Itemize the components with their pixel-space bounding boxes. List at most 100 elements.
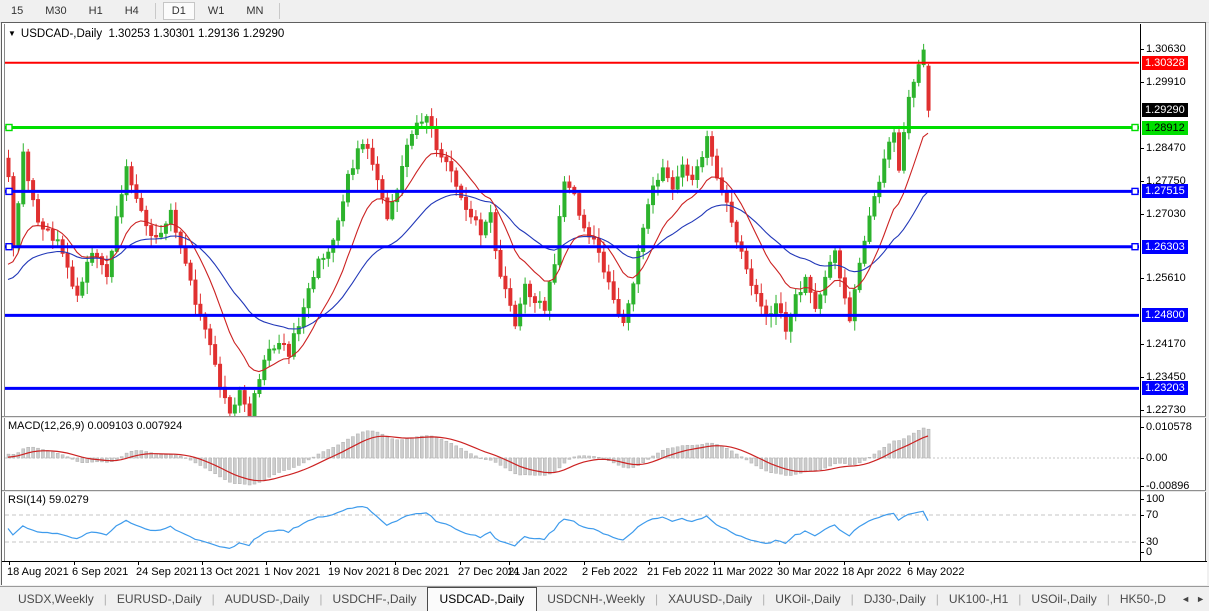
date-label: 6 May 2022: [907, 566, 964, 578]
date-tick-mark: [74, 562, 75, 565]
price-tick-label: 1.30630: [1146, 42, 1186, 56]
main-price-chart[interactable]: [5, 24, 1139, 416]
axis-tick-mark: [1140, 148, 1144, 149]
macd-axis-label: 0.00: [1146, 451, 1167, 465]
date-tick-mark: [202, 562, 203, 565]
axis-tick-mark: [1140, 458, 1144, 459]
axis-tick-mark: [1140, 427, 1144, 428]
tab-scroll-right-icon[interactable]: ►: [1196, 594, 1205, 604]
hline-price-label: 1.23203: [1142, 381, 1188, 395]
tab-hk50-d[interactable]: HK50-,D: [1110, 588, 1176, 610]
axis-tick-mark: [1140, 82, 1144, 83]
hline-price-label: 1.26303: [1142, 240, 1188, 254]
rsi-axis-label: 100: [1146, 492, 1164, 506]
axis-tick-mark: [1140, 377, 1144, 378]
date-tick-mark: [649, 562, 650, 565]
date-label: 14 Jan 2022: [507, 566, 568, 578]
date-tick-mark: [909, 562, 910, 565]
macd-axis-label: 0.010578: [1146, 420, 1192, 434]
tab-scroll-left-icon[interactable]: ◄: [1181, 594, 1190, 604]
tab-xauusd-daily[interactable]: XAUUSD-,Daily: [658, 588, 762, 610]
date-tick-mark: [844, 562, 845, 565]
price-tick-label: 1.27030: [1146, 207, 1186, 221]
chart-dropdown-icon[interactable]: ▼: [8, 29, 16, 38]
tab-eurusd-daily[interactable]: EURUSD-,Daily: [107, 588, 212, 610]
date-label: 30 Mar 2022: [777, 566, 839, 578]
date-label: 18 Apr 2022: [842, 566, 901, 578]
date-tick-mark: [779, 562, 780, 565]
current-price-label: 1.29290: [1142, 103, 1188, 117]
price-tick-label: 1.28470: [1146, 141, 1186, 155]
date-label: 11 Mar 2022: [712, 566, 773, 578]
ma-fast-line: [8, 133, 928, 371]
hline-price-label: 1.28912: [1142, 121, 1188, 135]
price-axis[interactable]: 1.306301.299101.284701.277501.270301.256…: [1140, 24, 1208, 561]
date-label: 8 Dec 2021: [393, 566, 449, 578]
date-label: 21 Feb 2022: [647, 566, 709, 578]
toolbar-separator: [279, 3, 280, 19]
rsi-indicator-pane[interactable]: [5, 492, 1139, 561]
date-tick-mark: [9, 562, 10, 565]
macd-label: MACD(12,26,9) 0.009103 0.007924: [8, 420, 182, 432]
chart-title: ▼ USDCAD-,Daily 1.30253 1.30301 1.29136 1…: [8, 28, 284, 40]
date-label: 6 Sep 2021: [72, 566, 128, 578]
chart-ohlc-values: 1.30253 1.30301 1.29136 1.29290: [108, 28, 284, 40]
candlestick-series: [7, 44, 930, 416]
date-tick-mark: [266, 562, 267, 565]
timeframe-m30[interactable]: M30: [36, 2, 75, 20]
timeframe-d1[interactable]: D1: [163, 2, 195, 20]
date-tick-mark: [714, 562, 715, 565]
axis-tick-mark: [1140, 214, 1144, 215]
date-tick-mark: [509, 562, 510, 565]
timeframe-15[interactable]: 15: [2, 2, 32, 20]
macd-axis-label: -0.00896: [1146, 479, 1189, 493]
axis-tick-mark: [1140, 181, 1144, 182]
axis-tick-mark: [1140, 278, 1144, 279]
rsi-axis-label: 70: [1146, 508, 1158, 522]
timeframe-mn[interactable]: MN: [237, 2, 272, 20]
axis-tick-mark: [1140, 410, 1144, 411]
tab-usdx-weekly[interactable]: USDX,Weekly: [8, 588, 104, 610]
date-axis[interactable]: 18 Aug 20216 Sep 2021 24 Sep 202113 Oct 2…: [2, 562, 1207, 585]
date-tick-mark: [584, 562, 585, 565]
date-label: 19 Nov 2021: [328, 566, 390, 578]
timeframe-h1[interactable]: H1: [80, 2, 112, 20]
date-label: 1 Nov 2021: [264, 566, 320, 578]
tab-uk100-h1[interactable]: UK100-,H1: [939, 588, 1018, 610]
axis-tick-mark: [1140, 49, 1144, 50]
rsi-axis-label: 0: [1146, 545, 1152, 559]
chart-symbol-label: USDCAD-,Daily: [21, 28, 102, 40]
chart-tab-bar: USDX,Weekly|EURUSD-,Daily|AUDUSD-,Daily|…: [0, 586, 1209, 611]
tab-scroll-buttons: ◄ ►: [1177, 594, 1205, 604]
tab-usdcnh-weekly[interactable]: USDCNH-,Weekly: [537, 588, 655, 610]
date-label: 13 Oct 2021: [200, 566, 260, 578]
tab-usoil-daily[interactable]: USOil-,Daily: [1021, 588, 1106, 610]
tab-audusd-daily[interactable]: AUDUSD-,Daily: [215, 588, 320, 610]
date-label: 18 Aug 2021: [7, 566, 69, 578]
tab-dj30-daily[interactable]: DJ30-,Daily: [854, 588, 936, 610]
date-tick-mark: [460, 562, 461, 565]
timeframe-w1[interactable]: W1: [199, 2, 234, 20]
axis-tick-mark: [1140, 542, 1144, 543]
axis-tick-mark: [1140, 552, 1144, 553]
date-label: 24 Sep 2021: [136, 566, 198, 578]
axis-tick-mark: [1140, 499, 1144, 500]
axis-tick-mark: [1140, 486, 1144, 487]
rsi-label: RSI(14) 59.0279: [8, 494, 89, 506]
timeframe-h4[interactable]: H4: [116, 2, 148, 20]
tab-ukoil-daily[interactable]: UKOil-,Daily: [765, 588, 850, 610]
price-tick-label: 1.25610: [1146, 271, 1186, 285]
price-tick-label: 1.22730: [1146, 403, 1186, 417]
price-tick-label: 1.29910: [1146, 75, 1186, 89]
axis-tick-mark: [1140, 515, 1144, 516]
macd-histogram: [7, 428, 930, 485]
toolbar-separator: [155, 3, 156, 19]
date-label: 2 Feb 2022: [582, 566, 638, 578]
hline-price-label: 1.27515: [1142, 184, 1188, 198]
tab-usdchf-daily[interactable]: USDCHF-,Daily: [323, 588, 427, 610]
hline-price-label: 1.30328: [1142, 56, 1188, 70]
trading-terminal: 15M30 H1H4 D1W1MN 1.30630 1.29910 1.28470 1.2…: [0, 0, 1209, 611]
hline-price-label: 1.24800: [1142, 308, 1188, 322]
tab-usdcad-daily[interactable]: USDCAD-,Daily: [427, 587, 538, 611]
price-tick-label: 1.24170: [1146, 337, 1186, 351]
